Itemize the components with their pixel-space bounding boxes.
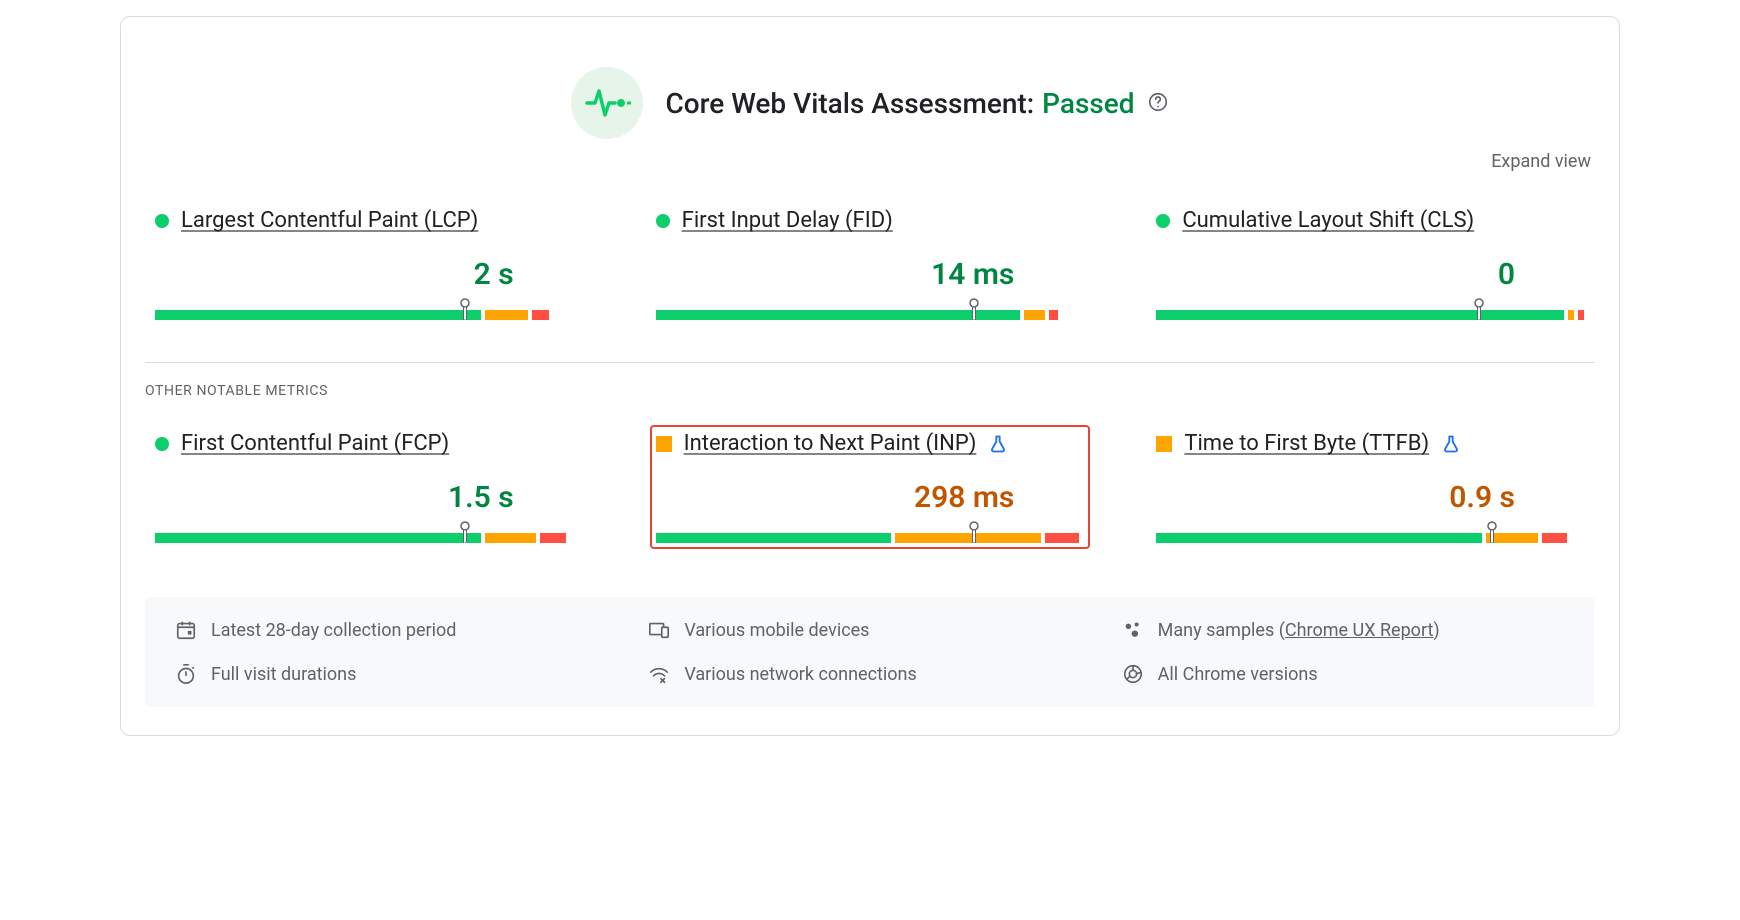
expand-view-link[interactable]: Expand view <box>1491 151 1591 172</box>
footer-text: Many samples (Chrome UX Report) <box>1158 620 1440 641</box>
gauge-segment-green <box>656 310 1020 320</box>
gauge-segment-orange <box>1568 310 1574 320</box>
status-indicator-good <box>656 214 670 228</box>
data-source-footer: Latest 28-day collection period Various … <box>145 597 1595 707</box>
assessment-title: Core Web Vitals Assessment: Passed <box>665 87 1168 120</box>
distribution-gauge <box>1156 521 1585 543</box>
metric-name: First Contentful Paint (FCP) <box>181 431 449 456</box>
footer-text: All Chrome versions <box>1158 664 1318 685</box>
network-icon <box>648 663 670 685</box>
metric-value: 0.9 s <box>1449 480 1515 515</box>
footer-network: Various network connections <box>648 663 1091 685</box>
gauge-segment-green <box>1156 310 1563 320</box>
gauge-segment-red <box>540 533 566 543</box>
other-metrics-label: OTHER NOTABLE METRICS <box>145 383 1595 425</box>
footer-devices: Various mobile devices <box>648 619 1091 641</box>
distribution-gauge <box>656 298 1085 320</box>
devices-icon <box>648 619 670 641</box>
flask-icon <box>988 434 1008 454</box>
footer-samples: Many samples (Chrome UX Report) <box>1122 619 1565 641</box>
metric-name: Time to First Byte (TTFB) <box>1184 431 1429 456</box>
footer-versions: All Chrome versions <box>1122 663 1565 685</box>
status-indicator-good <box>155 214 169 228</box>
distribution-gauge <box>1156 298 1585 320</box>
title-prefix: Core Web Vitals Assessment: <box>665 87 1034 120</box>
core-web-vitals-card: Core Web Vitals Assessment: Passed Expan… <box>120 16 1620 736</box>
header: Core Web Vitals Assessment: Passed <box>145 37 1595 149</box>
gauge-segment-green <box>155 533 481 543</box>
stopwatch-icon <box>175 663 197 685</box>
section-separator <box>145 362 1595 363</box>
gauge-segment-orange <box>1024 310 1045 320</box>
gauge-marker <box>460 298 468 320</box>
gauge-segment-red <box>1542 533 1568 543</box>
calendar-icon <box>175 619 197 641</box>
gauge-segment-green <box>656 533 892 543</box>
core-metrics-row: Largest Contentful Paint (LCP) 2 s First… <box>145 202 1595 362</box>
distribution-gauge <box>155 298 584 320</box>
distribution-gauge <box>155 521 584 543</box>
status-indicator-good <box>1156 214 1170 228</box>
metric-value: 298 ms <box>914 480 1014 515</box>
gauge-marker <box>969 298 977 320</box>
metric-ttfb[interactable]: Time to First Byte (TTFB) 0.9 s <box>1150 425 1591 549</box>
gauge-marker <box>1474 298 1482 320</box>
metric-inp[interactable]: Interaction to Next Paint (INP) 298 ms <box>650 425 1091 549</box>
status-indicator-avg <box>656 436 672 452</box>
help-icon[interactable] <box>1147 91 1169 113</box>
metric-fcp[interactable]: First Contentful Paint (FCP) 1.5 s <box>149 425 590 549</box>
footer-text: Various network connections <box>684 664 916 685</box>
metric-name: Largest Contentful Paint (LCP) <box>181 208 478 233</box>
metric-value: 1.5 s <box>448 480 514 515</box>
chrome-icon <box>1122 663 1144 685</box>
metric-name: First Input Delay (FID) <box>682 208 893 233</box>
other-metrics-row: First Contentful Paint (FCP) 1.5 s Inter… <box>145 425 1595 585</box>
assessment-status: Passed <box>1042 87 1134 120</box>
distribution-gauge <box>656 521 1085 543</box>
metric-name: Interaction to Next Paint (INP) <box>684 431 977 456</box>
gauge-marker <box>460 521 468 543</box>
footer-text: Full visit durations <box>211 664 356 685</box>
gauge-segment-red <box>532 310 549 320</box>
status-indicator-good <box>155 437 169 451</box>
expand-row: Expand view <box>145 149 1595 202</box>
metric-lcp[interactable]: Largest Contentful Paint (LCP) 2 s <box>149 202 590 326</box>
gauge-segment-red <box>1578 310 1584 320</box>
footer-durations: Full visit durations <box>175 663 618 685</box>
metric-name: Cumulative Layout Shift (CLS) <box>1182 208 1474 233</box>
metric-cls[interactable]: Cumulative Layout Shift (CLS) 0 <box>1150 202 1591 326</box>
status-indicator-avg <box>1156 436 1172 452</box>
footer-collection-period: Latest 28-day collection period <box>175 619 618 641</box>
gauge-marker <box>969 521 977 543</box>
footer-text: Various mobile devices <box>684 620 869 641</box>
metric-fid[interactable]: First Input Delay (FID) 14 ms <box>650 202 1091 326</box>
metric-value: 0 <box>1498 257 1515 292</box>
crux-report-link[interactable]: Chrome UX Report <box>1285 620 1433 641</box>
gauge-segment-red <box>1045 533 1079 543</box>
scatter-icon <box>1122 619 1144 641</box>
gauge-segment-green <box>1156 533 1482 543</box>
metric-value: 14 ms <box>931 257 1014 292</box>
metric-value: 2 s <box>474 257 514 292</box>
footer-text: Latest 28-day collection period <box>211 620 456 641</box>
vitals-pulse-icon <box>571 67 643 139</box>
gauge-segment-red <box>1049 310 1058 320</box>
flask-icon <box>1441 434 1461 454</box>
gauge-segment-orange <box>485 310 528 320</box>
gauge-segment-orange <box>485 533 536 543</box>
gauge-segment-green <box>155 310 481 320</box>
gauge-marker <box>1487 521 1495 543</box>
